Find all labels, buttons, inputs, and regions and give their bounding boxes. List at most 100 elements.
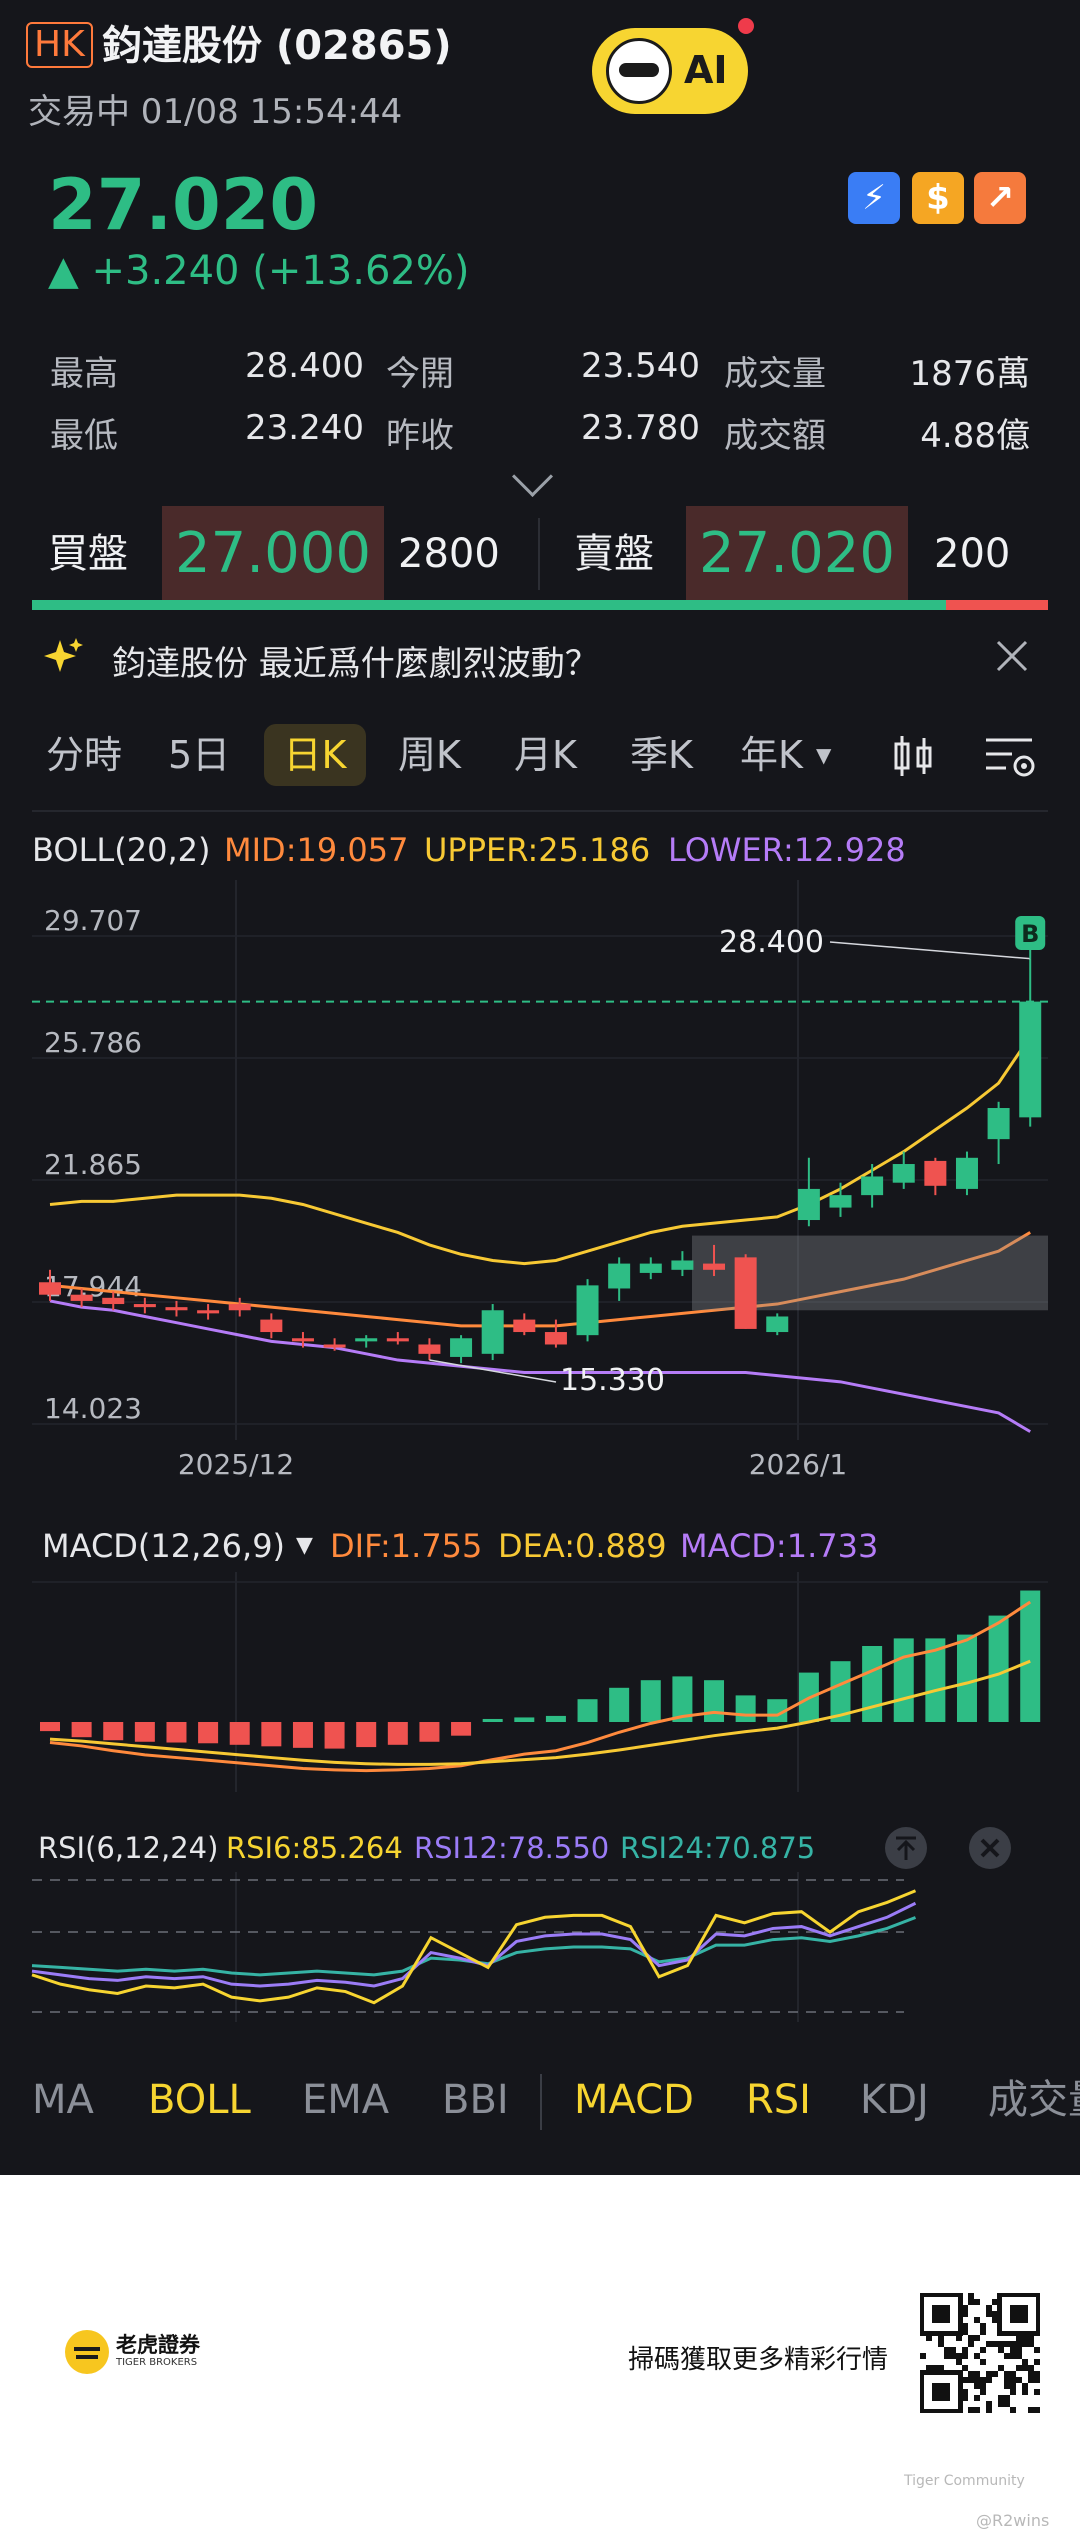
- tab-weekly-k[interactable]: 周K: [398, 710, 461, 800]
- close-icon[interactable]: [994, 638, 1030, 674]
- candle-body: [544, 1332, 567, 1345]
- ask-quantity: 200: [934, 531, 1011, 577]
- qr-module: [968, 2341, 974, 2347]
- qr-module: [1016, 2377, 1022, 2383]
- qr-module: [962, 2347, 968, 2353]
- tabs-divider: [32, 810, 1048, 812]
- macd-bar: [514, 1717, 535, 1722]
- qr-module: [1028, 2407, 1034, 2413]
- qr-module: [986, 2341, 992, 2347]
- x-tick-label: 2025/12: [178, 1448, 294, 1481]
- bid-ratio-fill: [32, 600, 947, 610]
- qr-module: [1010, 2341, 1016, 2347]
- ask-ratio-fill: [946, 600, 1048, 610]
- lightning-icon[interactable]: ⚡: [848, 172, 900, 224]
- boll-upper-line: [49, 1035, 1032, 1266]
- pin-top-icon[interactable]: [884, 1826, 928, 1870]
- qr-module: [1010, 2347, 1016, 2353]
- qr-module: [998, 2347, 1004, 2353]
- macd-bar: [166, 1722, 187, 1743]
- order-book: 買盤 27.000 2800 賣盤 27.020 200: [0, 506, 1080, 602]
- stat-label-volume: 成交量: [724, 354, 826, 394]
- qr-module: [1028, 2341, 1034, 2347]
- candle-body: [797, 1188, 820, 1221]
- macd-bar: [893, 1638, 914, 1722]
- ai-label: AI: [684, 48, 728, 92]
- expand-chevron-icon[interactable]: [511, 455, 554, 498]
- qr-module: [1022, 2341, 1028, 2347]
- qr-module: [974, 2371, 980, 2377]
- qr-module: [950, 2347, 956, 2353]
- candle-body: [734, 1257, 757, 1329]
- qr-module: [1034, 2359, 1040, 2365]
- indicator-tab-boll[interactable]: BOLL: [148, 2070, 251, 2130]
- chart-trend-icon[interactable]: ↗: [974, 172, 1026, 224]
- qr-module: [1010, 2371, 1016, 2377]
- macd-bar: [735, 1695, 756, 1722]
- bid-quantity: 2800: [398, 531, 500, 577]
- indicator-tab-rsi[interactable]: RSI: [746, 2070, 811, 2130]
- stat-value-turnover: 4.88億: [920, 416, 1030, 456]
- candle-body: [924, 1160, 947, 1186]
- ai-assistant-button[interactable]: AI: [592, 18, 754, 114]
- indicator-tab-kdj[interactable]: KDJ: [860, 2070, 929, 2130]
- qr-module: [998, 2365, 1004, 2371]
- indicator-tab-ema[interactable]: EMA: [302, 2070, 389, 2130]
- chart-settings-icon[interactable]: [982, 732, 1038, 780]
- brand-en: TIGER BROKERS: [116, 2357, 198, 2368]
- qr-module: [1034, 2389, 1040, 2395]
- dropdown-arrow-icon[interactable]: ▼: [816, 710, 831, 800]
- qr-module: [920, 2353, 926, 2359]
- qr-module: [974, 2407, 980, 2413]
- qr-module: [1004, 2401, 1010, 2407]
- candlestick-chart[interactable]: 29.70725.78621.86517.94414.0232025/12 202…: [0, 880, 1080, 1500]
- orderbook-divider: [538, 518, 540, 590]
- macd-bar: [40, 1722, 60, 1732]
- qr-module: [980, 2329, 986, 2335]
- macd-dropdown-icon[interactable]: ▼: [296, 1526, 313, 1566]
- stock-title[interactable]: 鈞達股份 (02865): [102, 22, 452, 70]
- qr-module: [1010, 2407, 1016, 2413]
- rsi-label: RSI(6,12,24): [38, 1831, 219, 1865]
- candlestick-style-icon[interactable]: [890, 732, 938, 780]
- macd-chart[interactable]: [0, 1572, 1080, 1792]
- qr-module: [1028, 2377, 1034, 2383]
- qr-module: [968, 2293, 974, 2299]
- tab-5day[interactable]: 5日: [168, 710, 230, 800]
- indicator-tab-macd[interactable]: MACD: [574, 2070, 694, 2130]
- qr-module: [944, 2347, 950, 2353]
- macd-label[interactable]: MACD(12,26,9): [42, 1526, 285, 1566]
- period-tabs: 分時 5日 日K 周K 月K 季K 年K ▼: [0, 710, 1080, 800]
- indicator-tab-bbi[interactable]: BBI: [442, 2070, 509, 2130]
- y-tick-label: 21.865: [44, 1148, 142, 1181]
- qr-module: [1004, 2377, 1010, 2383]
- macd-bar: [419, 1722, 440, 1742]
- news-banner[interactable]: 鈞達股份 最近爲什麼劇烈波動？: [0, 616, 1080, 696]
- boll-label: BOLL(20,2): [32, 831, 211, 869]
- indicator-tab-volume[interactable]: 成交量: [988, 2070, 1080, 2130]
- indicator-tab-ma[interactable]: MA: [32, 2070, 94, 2130]
- close-indicator-icon[interactable]: [968, 1826, 1012, 1870]
- dif-label: DIF:1.755: [330, 1527, 483, 1565]
- bid-price[interactable]: 27.000: [162, 506, 384, 602]
- share-footer: 老虎證券 TIGER BROKERS 掃碼獲取更多精彩行情 Tiger Comm…: [0, 2175, 1080, 2544]
- qr-code[interactable]: [920, 2293, 1040, 2413]
- qr-module: [986, 2407, 992, 2413]
- rsi12-label: RSI12:78.550: [414, 1831, 610, 1865]
- tab-yearly-k[interactable]: 年K: [740, 710, 803, 800]
- tab-quarterly-k[interactable]: 季K: [630, 710, 693, 800]
- rsi-chart[interactable]: [0, 1872, 1080, 2022]
- ask-price[interactable]: 27.020: [686, 506, 908, 602]
- dollar-icon[interactable]: $: [912, 172, 964, 224]
- tiger-brokers-logo-icon: [65, 2330, 109, 2374]
- tab-intraday[interactable]: 分時: [46, 710, 122, 800]
- qr-module: [980, 2377, 986, 2383]
- candle-body: [829, 1195, 852, 1208]
- tab-monthly-k[interactable]: 月K: [514, 710, 577, 800]
- candle-body: [386, 1338, 409, 1342]
- tab-daily-k[interactable]: 日K: [264, 724, 366, 786]
- qr-module: [956, 2359, 962, 2365]
- macd-bar: [577, 1699, 598, 1722]
- stat-value-high: 28.400: [245, 346, 364, 386]
- dif-line: [49, 1600, 1032, 1773]
